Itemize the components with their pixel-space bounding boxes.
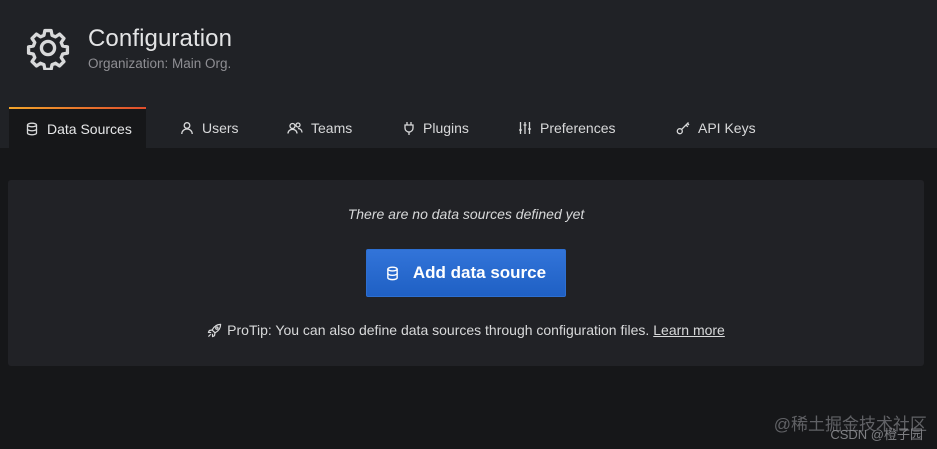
tab-label: Data Sources [47, 120, 132, 137]
user-icon [181, 121, 193, 134]
tab-label: Plugins [423, 119, 469, 136]
page-title: Configuration [88, 25, 233, 52]
tab-label: Teams [311, 119, 353, 136]
tab-bar: Data Sources Users Teams Plugins Prefere… [9, 107, 764, 148]
database-icon [26, 122, 38, 135]
page-header: Configuration Organization: Main Org. Da… [0, 0, 937, 148]
protip-text: ProTip: You can also define data sources… [227, 322, 650, 338]
tab-teams[interactable]: Teams [253, 107, 368, 148]
add-data-source-button[interactable]: Add data source [366, 249, 566, 297]
empty-list-panel: There are no data sources defined yet Ad… [8, 180, 924, 366]
key-icon [676, 121, 690, 134]
page-subtitle: Organization: Main Org. [88, 56, 232, 71]
sliders-icon [519, 121, 531, 134]
tab-api-keys[interactable]: API Keys [634, 107, 764, 148]
database-icon [387, 265, 398, 280]
empty-message: There are no data sources defined yet [347, 206, 585, 222]
tab-label: Preferences [540, 119, 616, 136]
users-icon [287, 121, 303, 134]
tab-label: Users [202, 119, 239, 136]
protip: ProTip: You can also define data sources… [8, 322, 924, 338]
tab-plugins[interactable]: Plugins [368, 107, 488, 148]
gear-icon [26, 28, 70, 70]
tab-label: API Keys [698, 119, 756, 136]
tab-preferences[interactable]: Preferences [488, 107, 634, 148]
plug-icon [404, 121, 414, 135]
watermark-csdn: CSDN @橙子园 [830, 427, 923, 442]
add-data-source-label: Add data source [412, 263, 547, 282]
tab-users[interactable]: Users [146, 107, 253, 148]
learn-more-link[interactable]: Learn more [653, 322, 725, 338]
rocket-icon [207, 323, 222, 337]
tab-data-sources[interactable]: Data Sources [9, 107, 146, 148]
